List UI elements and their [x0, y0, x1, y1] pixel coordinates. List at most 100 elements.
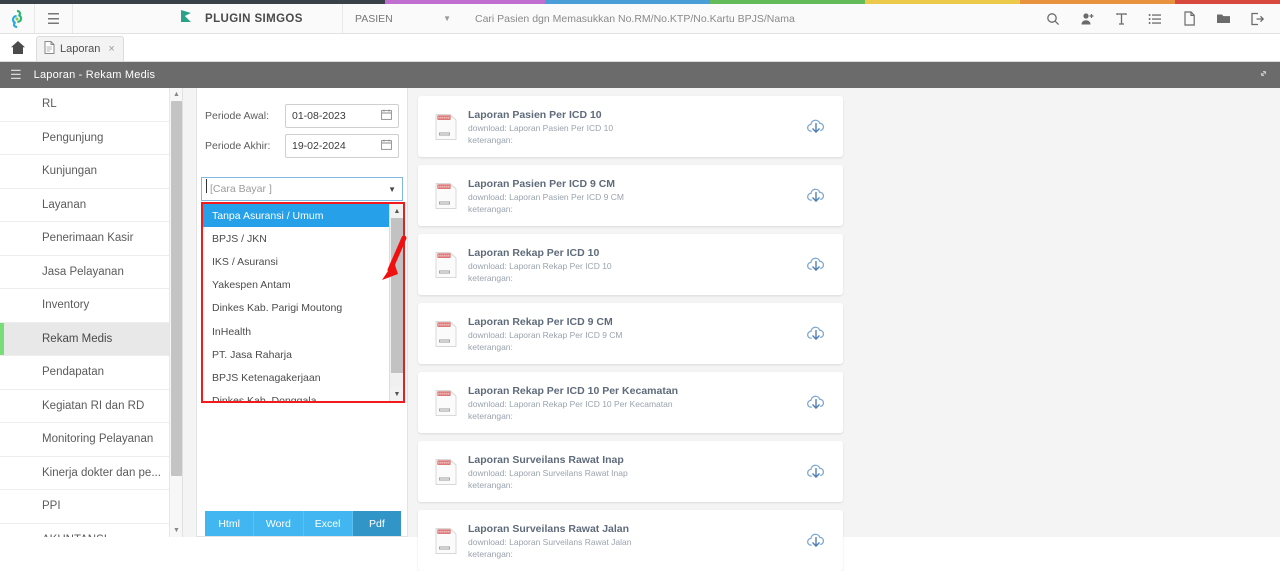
sidebar-item-label: Penerimaan Kasir [42, 232, 134, 245]
cloud-download-icon[interactable] [803, 393, 829, 413]
sidebar-menu: RL Pengunjung Kunjungan Layanan Penerimaan K… [0, 88, 183, 537]
dropdown-option[interactable]: IKS / Asuransi [203, 250, 403, 273]
sidebar-item-kunjungan[interactable]: Kunjungan [0, 155, 182, 189]
report-keterangan-label: keterangan: [468, 479, 513, 490]
field-periode-awal: Periode Awal: 01-08-2023 [205, 101, 399, 131]
sidebar-item-inventory[interactable]: Inventory [0, 289, 182, 323]
sidebar-item-label: Kunjungan [42, 165, 97, 178]
report-card[interactable]: Laporan Pasien Per ICD 10 download: Lapor… [418, 96, 843, 157]
report-file-icon [430, 527, 462, 555]
report-title: Laporan Rekap Per ICD 10 Per Kecamatan [468, 384, 679, 397]
tab-laporan[interactable]: Laporan × [36, 36, 124, 61]
export-button-group: Html Word Excel Pdf [205, 511, 401, 536]
text-tool-icon[interactable] [1104, 4, 1138, 34]
sidebar-item-monitoring-pelayanan[interactable]: Monitoring Pelayanan [0, 423, 182, 457]
brand-block: PLUGIN SIMGOS [73, 4, 343, 33]
report-download-label: download: Laporan Rekap Per ICD 10 [468, 260, 612, 271]
report-title: Laporan Pasien Per ICD 9 CM [468, 177, 616, 190]
search-icon[interactable] [1036, 4, 1070, 34]
sidebar-list: RL Pengunjung Kunjungan Layanan Penerimaan K… [0, 88, 182, 537]
dropdown-option[interactable]: Tanpa Asuransi / Umum [203, 204, 403, 228]
dropdown-option[interactable]: BPJS Ketenagakerjaan [203, 366, 403, 389]
report-card[interactable]: Laporan Rekap Per ICD 10 download: Lapora… [418, 234, 843, 295]
dropdown-option[interactable]: InHealth [203, 320, 403, 343]
list-icon[interactable] [1138, 4, 1172, 34]
nav-hamburger-icon[interactable]: ☰ [35, 4, 73, 33]
sidebar-item-rl[interactable]: RL [0, 88, 182, 122]
periode-awal-input[interactable]: 01-08-2023 [285, 104, 399, 128]
sidebar-scroll-thumb[interactable] [171, 101, 182, 476]
cara-bayar-combobox: [Cara Bayar ] ▼ Tanpa Asuransi / Umum BPJ… [201, 177, 405, 403]
periode-akhir-value: 19-02-2024 [292, 140, 346, 152]
module-select[interactable]: PASIEN ▼ [343, 4, 463, 33]
cloud-download-icon[interactable] [803, 186, 829, 206]
sidebar-item-label: Kegiatan RI dan RD [42, 399, 145, 412]
triangle-up-icon[interactable]: ▲ [170, 88, 182, 101]
report-card-grid: Laporan Pasien Per ICD 10 download: Lapor… [410, 88, 1280, 571]
home-icon[interactable] [0, 34, 36, 61]
cloud-download-icon[interactable] [803, 255, 829, 275]
dropdown-option[interactable]: Dinkes Kab. Parigi Moutong [203, 297, 403, 320]
triangle-up-icon[interactable]: ▲ [390, 204, 403, 218]
chevron-down-icon[interactable]: ▼ [388, 185, 396, 194]
dropdown-options: Tanpa Asuransi / Umum BPJS / JKN IKS / Asu… [203, 204, 403, 401]
plugin-flag-icon [178, 7, 196, 30]
folder-icon[interactable] [1206, 4, 1240, 34]
sidebar-item-label: Layanan [42, 198, 87, 211]
calendar-icon[interactable] [381, 139, 392, 153]
export-button-pdf[interactable]: Pdf [352, 511, 401, 536]
logout-icon[interactable] [1240, 4, 1274, 34]
report-card[interactable]: Laporan Rekap Per ICD 10 Per Kecamatan do… [418, 372, 843, 433]
calendar-icon[interactable] [381, 109, 392, 123]
sidebar-item-kinerja-dokter-dan-pe[interactable]: Kinerja dokter dan pe... [0, 456, 182, 490]
report-download-label: download: Laporan Surveilans Rawat Inap [468, 467, 628, 478]
report-card[interactable]: Laporan Rekap Per ICD 9 CM download: Lapo… [418, 303, 843, 364]
report-card[interactable]: Laporan Surveilans Rawat Jalan download: … [418, 510, 843, 571]
dropdown-scrollbar[interactable]: ▲ ▼ [389, 204, 403, 401]
content-area: RL Pengunjung Kunjungan Layanan Penerimaan K… [0, 88, 1280, 571]
export-button-excel[interactable]: Excel [303, 511, 353, 536]
sidebar-item-penerimaan-kasir[interactable]: Penerimaan Kasir [0, 222, 182, 256]
cloud-download-icon[interactable] [803, 531, 829, 551]
expand-icon[interactable] [1257, 67, 1270, 83]
periode-akhir-input[interactable]: 19-02-2024 [285, 134, 399, 158]
sidebar-item-pendapatan[interactable]: Pendapatan [0, 356, 182, 390]
sidebar-item-ppi[interactable]: PPI [0, 490, 182, 524]
sidebar-item-kegiatan-ri-dan-rd[interactable]: Kegiatan RI dan RD [0, 389, 182, 423]
cloud-download-icon[interactable] [803, 462, 829, 482]
report-card[interactable]: Laporan Pasien Per ICD 9 CM download: Lap… [418, 165, 843, 226]
export-button-html[interactable]: Html [205, 511, 255, 536]
dropdown-option[interactable]: BPJS / JKN [203, 227, 403, 250]
sidebar-item-pengunjung[interactable]: Pengunjung [0, 121, 182, 155]
cara-bayar-dropdown-list[interactable]: Tanpa Asuransi / Umum BPJS / JKN IKS / Asu… [201, 202, 405, 403]
triangle-down-icon[interactable]: ▼ [390, 387, 403, 401]
report-file-icon [430, 458, 462, 486]
report-file-icon [430, 251, 462, 279]
cloud-download-icon[interactable] [803, 117, 829, 137]
report-keterangan-label: keterangan: [468, 272, 513, 283]
add-user-icon[interactable] [1070, 4, 1104, 34]
report-card[interactable]: Laporan Surveilans Rawat Inap download: L… [418, 441, 843, 502]
dropdown-option[interactable]: PT. Jasa Raharja [203, 343, 403, 366]
document-icon[interactable] [1172, 4, 1206, 34]
dropdown-option[interactable]: Dinkes Kab. Donggala [203, 390, 403, 401]
cara-bayar-input[interactable]: [Cara Bayar ] ▼ [201, 177, 403, 201]
report-file-icon [430, 182, 462, 210]
export-button-word[interactable]: Word [254, 511, 304, 536]
sidebar-item-akuntansi[interactable]: AKUNTANSI [0, 523, 182, 537]
sidebar-item-rekam-medis[interactable]: Rekam Medis [0, 322, 182, 356]
cloud-download-icon[interactable] [803, 324, 829, 344]
patient-search-input[interactable]: Cari Pasien dgn Memasukkan No.RM/No.KTP/… [463, 4, 1036, 33]
sidebar-item-jasa-pelayanan[interactable]: Jasa Pelayanan [0, 255, 182, 289]
simgos-logo-icon[interactable] [0, 4, 35, 33]
sidebar-item-layanan[interactable]: Layanan [0, 188, 182, 222]
chevron-down-icon: ▼ [443, 14, 451, 23]
report-card-text: Laporan Rekap Per ICD 10 download: Lapora… [462, 246, 803, 284]
sidebar-scrollbar[interactable]: ▲ ▼ [169, 88, 182, 537]
page-menu-icon[interactable]: ☰ [10, 67, 22, 83]
dropdown-option[interactable]: Yakespen Antam [203, 274, 403, 297]
report-title: Laporan Surveilans Rawat Inap [468, 453, 624, 466]
triangle-down-icon[interactable]: ▼ [170, 524, 182, 537]
report-keterangan-label: keterangan: [468, 341, 513, 352]
close-icon[interactable]: × [108, 43, 114, 55]
